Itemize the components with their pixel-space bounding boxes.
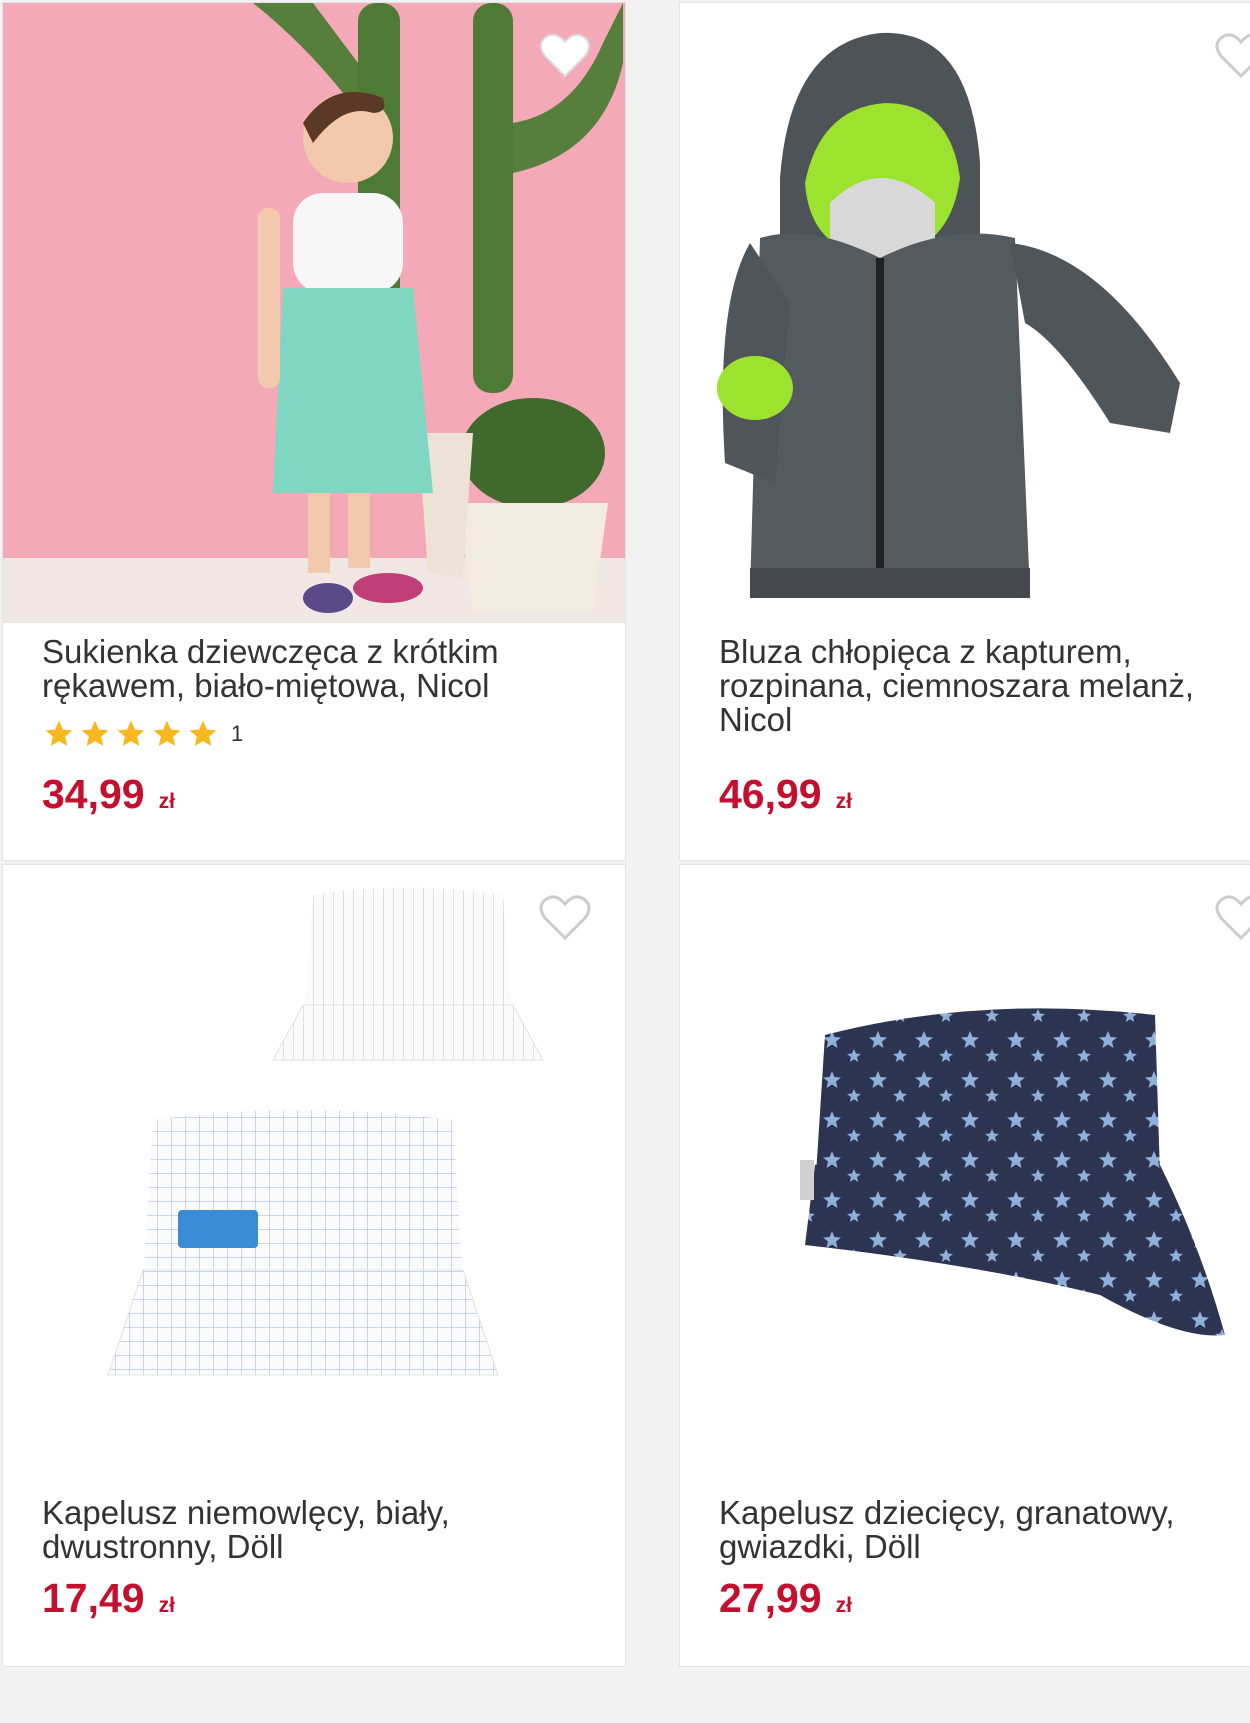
favorite-heart-icon[interactable] bbox=[1215, 893, 1250, 941]
star-icon bbox=[45, 720, 73, 746]
product-card[interactable]: Kapelusz dziecięcy, granatowy, gwiazdki,… bbox=[679, 864, 1250, 1667]
favorite-heart-icon[interactable] bbox=[1215, 31, 1250, 79]
rating-count: 1 bbox=[231, 721, 244, 746]
product-card[interactable]: Bluza chłopięca z kapturem, rozpinana, c… bbox=[679, 2, 1250, 861]
product-card[interactable]: Kapelusz niemowlęcy, biały, dwustronny, … bbox=[2, 864, 626, 1667]
price-value: 46,99 bbox=[719, 771, 822, 817]
favorite-heart-icon[interactable] bbox=[539, 893, 591, 941]
product-image[interactable] bbox=[3, 865, 625, 1425]
favorite-heart-icon[interactable] bbox=[539, 31, 591, 79]
product-price: 46,99 zł bbox=[719, 771, 852, 818]
price-currency: zł bbox=[158, 1594, 175, 1617]
product-title[interactable]: Sukienka dziewczęca z krótkim rękawem, b… bbox=[42, 635, 582, 703]
product-price: 34,99 zł bbox=[42, 771, 175, 818]
star-icon bbox=[153, 720, 181, 746]
price-value: 17,49 bbox=[42, 1575, 145, 1621]
product-image[interactable] bbox=[3, 3, 625, 623]
product-card[interactable]: Sukienka dziewczęca z krótkim rękawem, b… bbox=[2, 2, 626, 861]
price-currency: zł bbox=[835, 1594, 852, 1617]
price-currency: zł bbox=[158, 790, 175, 813]
star-icon bbox=[81, 720, 109, 746]
product-price: 27,99 zł bbox=[719, 1575, 852, 1622]
price-currency: zł bbox=[835, 790, 852, 813]
product-title[interactable]: Kapelusz dziecięcy, granatowy, gwiazdki,… bbox=[719, 1496, 1250, 1564]
star-icon bbox=[189, 720, 217, 746]
price-value: 34,99 bbox=[42, 771, 145, 817]
product-image[interactable] bbox=[680, 865, 1250, 1425]
price-value: 27,99 bbox=[719, 1575, 822, 1621]
product-rating: 1 bbox=[43, 717, 243, 751]
star-icon bbox=[117, 720, 145, 746]
product-image[interactable] bbox=[680, 3, 1250, 623]
product-price: 17,49 zł bbox=[42, 1575, 175, 1622]
product-title[interactable]: Kapelusz niemowlęcy, biały, dwustronny, … bbox=[42, 1496, 582, 1564]
product-title[interactable]: Bluza chłopięca z kapturem, rozpinana, c… bbox=[719, 635, 1250, 737]
